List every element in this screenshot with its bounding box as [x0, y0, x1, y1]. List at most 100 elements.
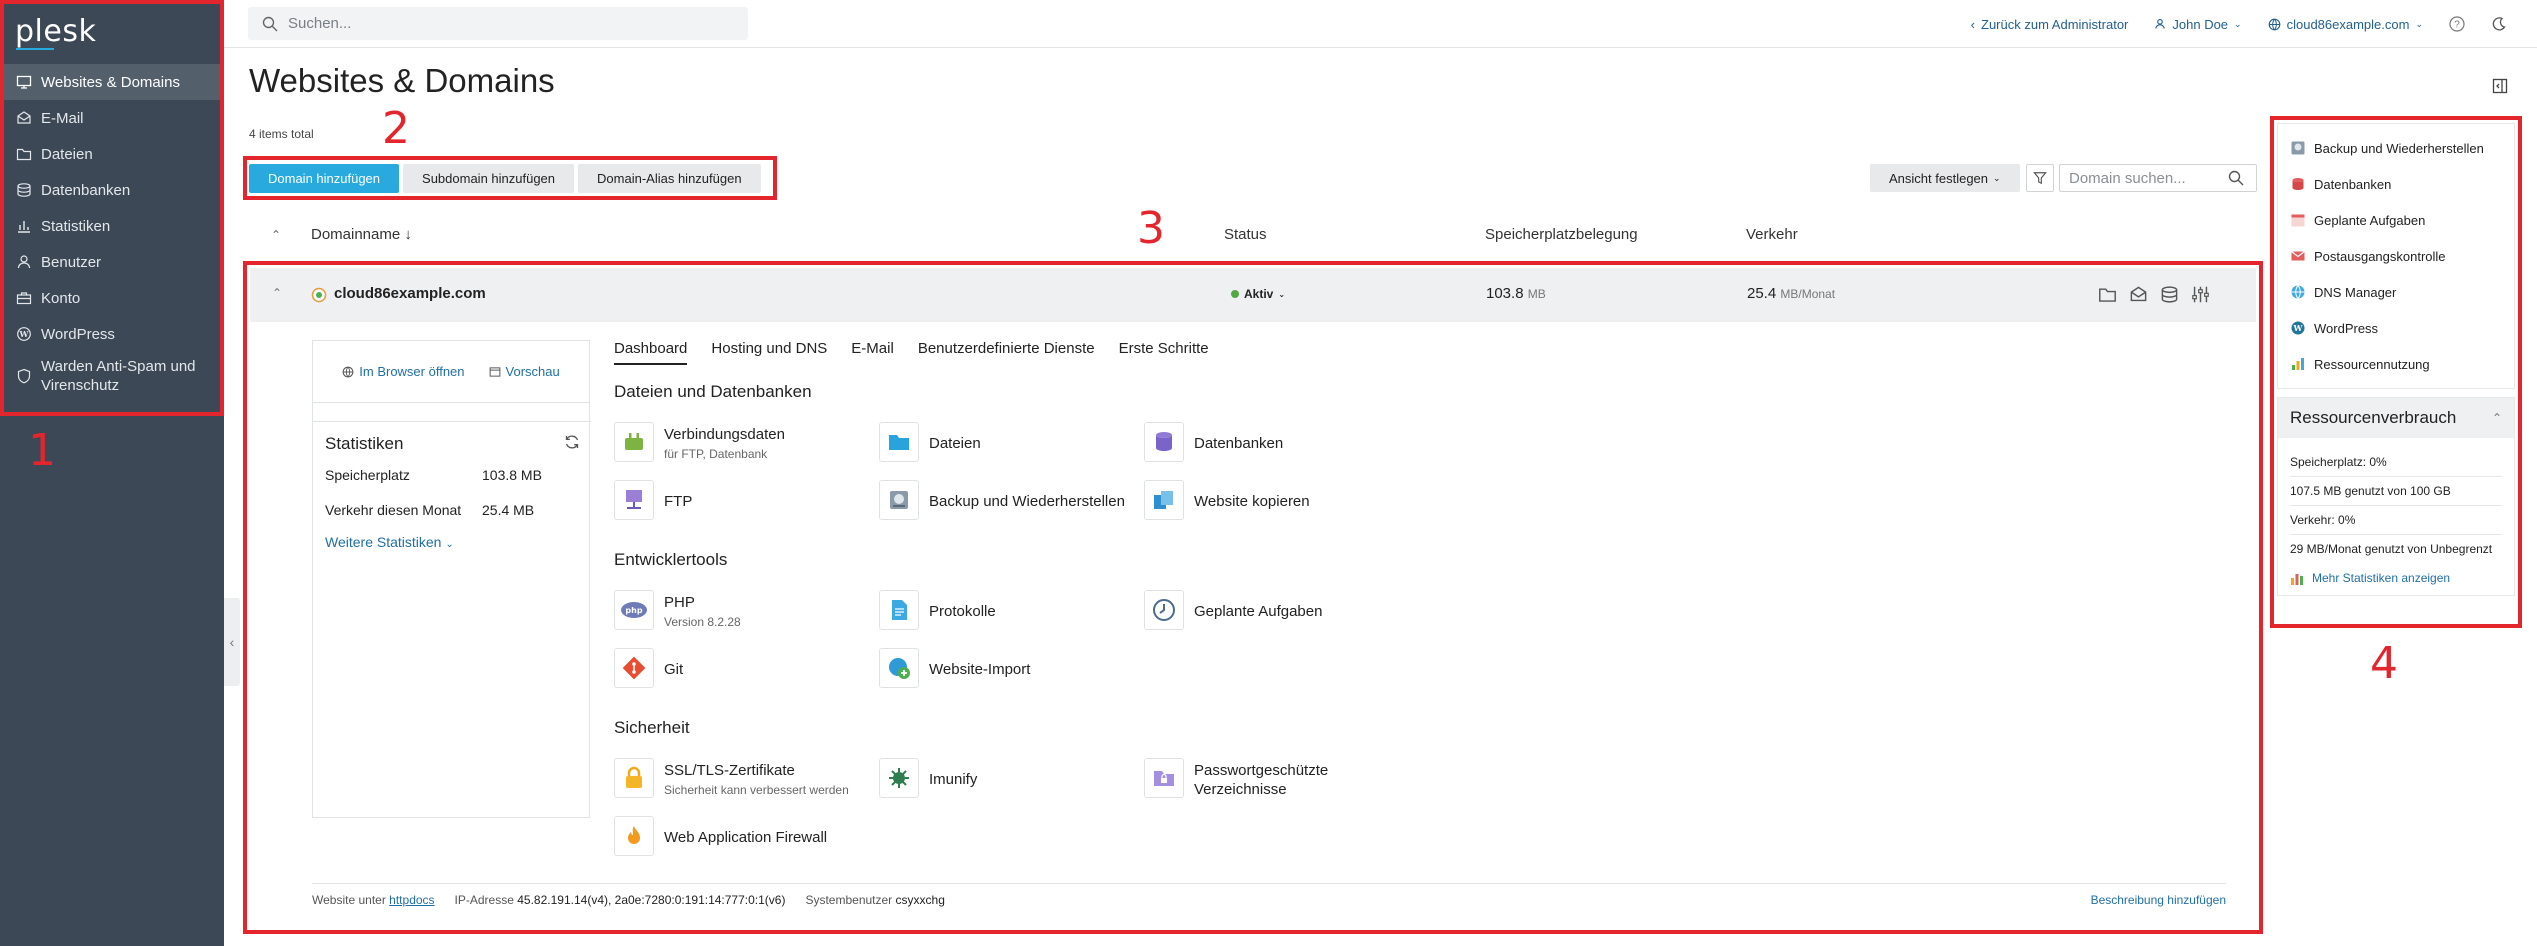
tool-scheduled-tasks[interactable]: Geplante Aufgaben	[1144, 590, 1322, 630]
quick-link-wordpress[interactable]: W WordPress	[2278, 310, 2514, 346]
tool-ssl-certificates[interactable]: SSL/TLS-Zertifikate Sicherheit kann verbe…	[614, 758, 849, 798]
tool-logs[interactable]: Protokolle	[879, 590, 996, 630]
col-traffic[interactable]: Verkehr	[1746, 226, 1798, 243]
preview-link[interactable]: Vorschau	[489, 364, 560, 379]
statistics-box: Statistiken Speicherplatz 103.8 MB Verke…	[313, 421, 591, 560]
tool-backup[interactable]: Backup und Wiederherstellen	[879, 480, 1125, 520]
mail-icon[interactable]	[2129, 285, 2148, 304]
tool-git[interactable]: Git	[614, 648, 683, 688]
preview-icon	[489, 366, 500, 377]
tool-protected-directories[interactable]: Passwortgeschützte Verzeichnisse	[1144, 758, 1344, 799]
tool-web-application-firewall[interactable]: Web Application Firewall	[614, 816, 827, 856]
add-domain-button[interactable]: Domain hinzufügen	[249, 164, 400, 193]
help-button[interactable]: ?	[2449, 16, 2465, 32]
tab-dashboard[interactable]: Dashboard	[614, 340, 688, 365]
chevron-up-icon[interactable]: ⌃	[272, 286, 282, 300]
quick-link-databases[interactable]: Datenbanken	[2278, 166, 2514, 202]
sidebar-item-email[interactable]: E-Mail	[0, 100, 224, 136]
add-domain-alias-button[interactable]: Domain-Alias hinzufügen	[578, 164, 761, 193]
tool-ftp[interactable]: FTP	[614, 480, 692, 520]
view-settings-button[interactable]: Ansicht festlegen ⌄	[1870, 164, 2020, 192]
stat-row-disk: Speicherplatz 103.8 MB	[325, 467, 579, 483]
add-description-link[interactable]: Beschreibung hinzufügen	[2091, 893, 2226, 907]
items-total-count: 4 items total	[249, 127, 314, 141]
more-statistics-label: Mehr Statistiken anzeigen	[2312, 571, 2451, 585]
settings-sliders-icon[interactable]	[2191, 285, 2210, 304]
user-icon	[17, 255, 31, 269]
status-label: Aktiv	[1244, 287, 1274, 301]
open-in-browser-link[interactable]: Im Browser öffnen	[342, 364, 465, 379]
resource-usage-title: Ressourcenverbrauch	[2290, 408, 2457, 427]
right-panel: Backup und Wiederherstellen Datenbanken …	[2277, 123, 2515, 596]
col-status[interactable]: Status	[1224, 226, 1267, 243]
back-to-admin-label: Zurück zum Administrator	[1981, 16, 2129, 32]
tool-copy-website[interactable]: Website kopieren	[1144, 480, 1310, 520]
back-to-admin-link[interactable]: ‹ Zurück zum Administrator	[1971, 17, 2129, 32]
domain-search-input[interactable]	[2060, 169, 2220, 187]
quick-link-resource-usage[interactable]: Ressourcennutzung	[2278, 346, 2514, 382]
tool-databases[interactable]: Datenbanken	[1144, 422, 1283, 462]
tab-custom-services[interactable]: Benutzerdefinierte Dienste	[918, 340, 1095, 365]
httpdocs-link[interactable]: httpdocs	[389, 893, 434, 907]
svg-text:php: php	[625, 606, 642, 615]
tool-imunify[interactable]: Imunify	[879, 758, 977, 798]
user-menu[interactable]: John Doe ⌄	[2154, 16, 2242, 32]
toggle-right-panel-icon[interactable]	[2492, 78, 2508, 94]
section-security: Sicherheit	[614, 718, 690, 737]
filter-button[interactable]	[2026, 164, 2054, 192]
more-statistics-link[interactable]: Mehr Statistiken anzeigen	[2290, 563, 2502, 585]
sidebar-item-statistics[interactable]: Statistiken	[0, 208, 224, 244]
add-subdomain-button[interactable]: Subdomain hinzufügen	[403, 164, 575, 193]
sidebar-collapse-handle[interactable]: ‹	[224, 598, 240, 686]
disk-value: 103.8	[1486, 285, 1524, 302]
sidebar-item-warden[interactable]: Warden Anti-Spam und Virenschutz	[0, 352, 224, 400]
tool-website-import[interactable]: Website-Import	[879, 648, 1030, 688]
user-name: John Doe	[2172, 16, 2229, 32]
top-right-controls: ‹ Zurück zum Administrator John Doe ⌄ cl…	[1971, 0, 2507, 48]
folder-icon[interactable]	[2098, 285, 2117, 304]
quick-link-scheduled-tasks[interactable]: Geplante Aufgaben	[2278, 202, 2514, 238]
quick-link-outgoing-mail[interactable]: Postausgangskontrolle	[2278, 238, 2514, 274]
svg-text:W: W	[2293, 323, 2304, 333]
sidebar-item-label: Benutzer	[41, 253, 102, 271]
tab-getting-started[interactable]: Erste Schritte	[1119, 340, 1209, 365]
status-dot	[1231, 290, 1239, 298]
globe-icon	[2291, 285, 2305, 299]
calendar-icon	[2291, 214, 2305, 227]
sidebar-item-files[interactable]: Dateien	[0, 136, 224, 172]
subscription-name: cloud86example.com	[2286, 16, 2410, 32]
col-disk-usage[interactable]: Speicherplatzbelegung	[1485, 226, 1638, 243]
col-domain-name[interactable]: Domainname ↓	[311, 226, 412, 243]
tab-hosting-dns[interactable]: Hosting und DNS	[711, 340, 827, 365]
more-statistics-link[interactable]: Weitere Statistiken ⌄	[325, 534, 579, 550]
search-icon[interactable]	[2228, 170, 2244, 186]
refresh-icon[interactable]	[564, 434, 580, 450]
chevron-down-icon: ⌄	[2415, 18, 2423, 29]
tool-files[interactable]: Dateien	[879, 422, 981, 462]
sidebar-item-label: Datenbanken	[41, 181, 131, 199]
plesk-logo[interactable]: plesk	[15, 14, 96, 49]
resource-usage-header[interactable]: Ressourcenverbrauch ⌃	[2278, 398, 2514, 438]
global-search-input[interactable]	[288, 15, 728, 32]
tool-name: SSL/TLS-Zertifikate	[664, 762, 795, 779]
sidebar-item-account[interactable]: Konto	[0, 280, 224, 316]
tab-email[interactable]: E-Mail	[851, 340, 894, 365]
theme-toggle[interactable]	[2491, 16, 2507, 32]
sidebar-item-databases[interactable]: Datenbanken	[0, 172, 224, 208]
tool-name: Dateien	[929, 435, 981, 452]
sidebar-item-wordpress[interactable]: W WordPress	[0, 316, 224, 352]
sidebar-item-websites-domains[interactable]: Websites & Domains	[0, 64, 224, 100]
domain-row[interactable]: ⌃ cloud86example.com Aktiv ⌄ 103.8 MB 25…	[250, 268, 2256, 322]
collapse-all-icon[interactable]: ⌃	[271, 228, 281, 242]
tool-subtitle: Sicherheit kann verbessert werden	[664, 783, 849, 797]
subscription-menu[interactable]: cloud86example.com ⌄	[2268, 17, 2423, 32]
domain-name[interactable]: cloud86example.com	[334, 285, 486, 302]
quick-link-backup[interactable]: Backup und Wiederherstellen	[2278, 130, 2514, 166]
quick-link-dns-manager[interactable]: DNS Manager	[2278, 274, 2514, 310]
database-icon[interactable]	[2160, 285, 2179, 304]
tool-connection-info[interactable]: Verbindungsdaten für FTP, Datenbank	[614, 422, 785, 462]
svg-text:?: ?	[2454, 20, 2460, 31]
sidebar-item-users[interactable]: Benutzer	[0, 244, 224, 280]
status-badge[interactable]: Aktiv ⌄	[1231, 287, 1285, 301]
tool-php[interactable]: php PHP Version 8.2.28	[614, 590, 741, 630]
